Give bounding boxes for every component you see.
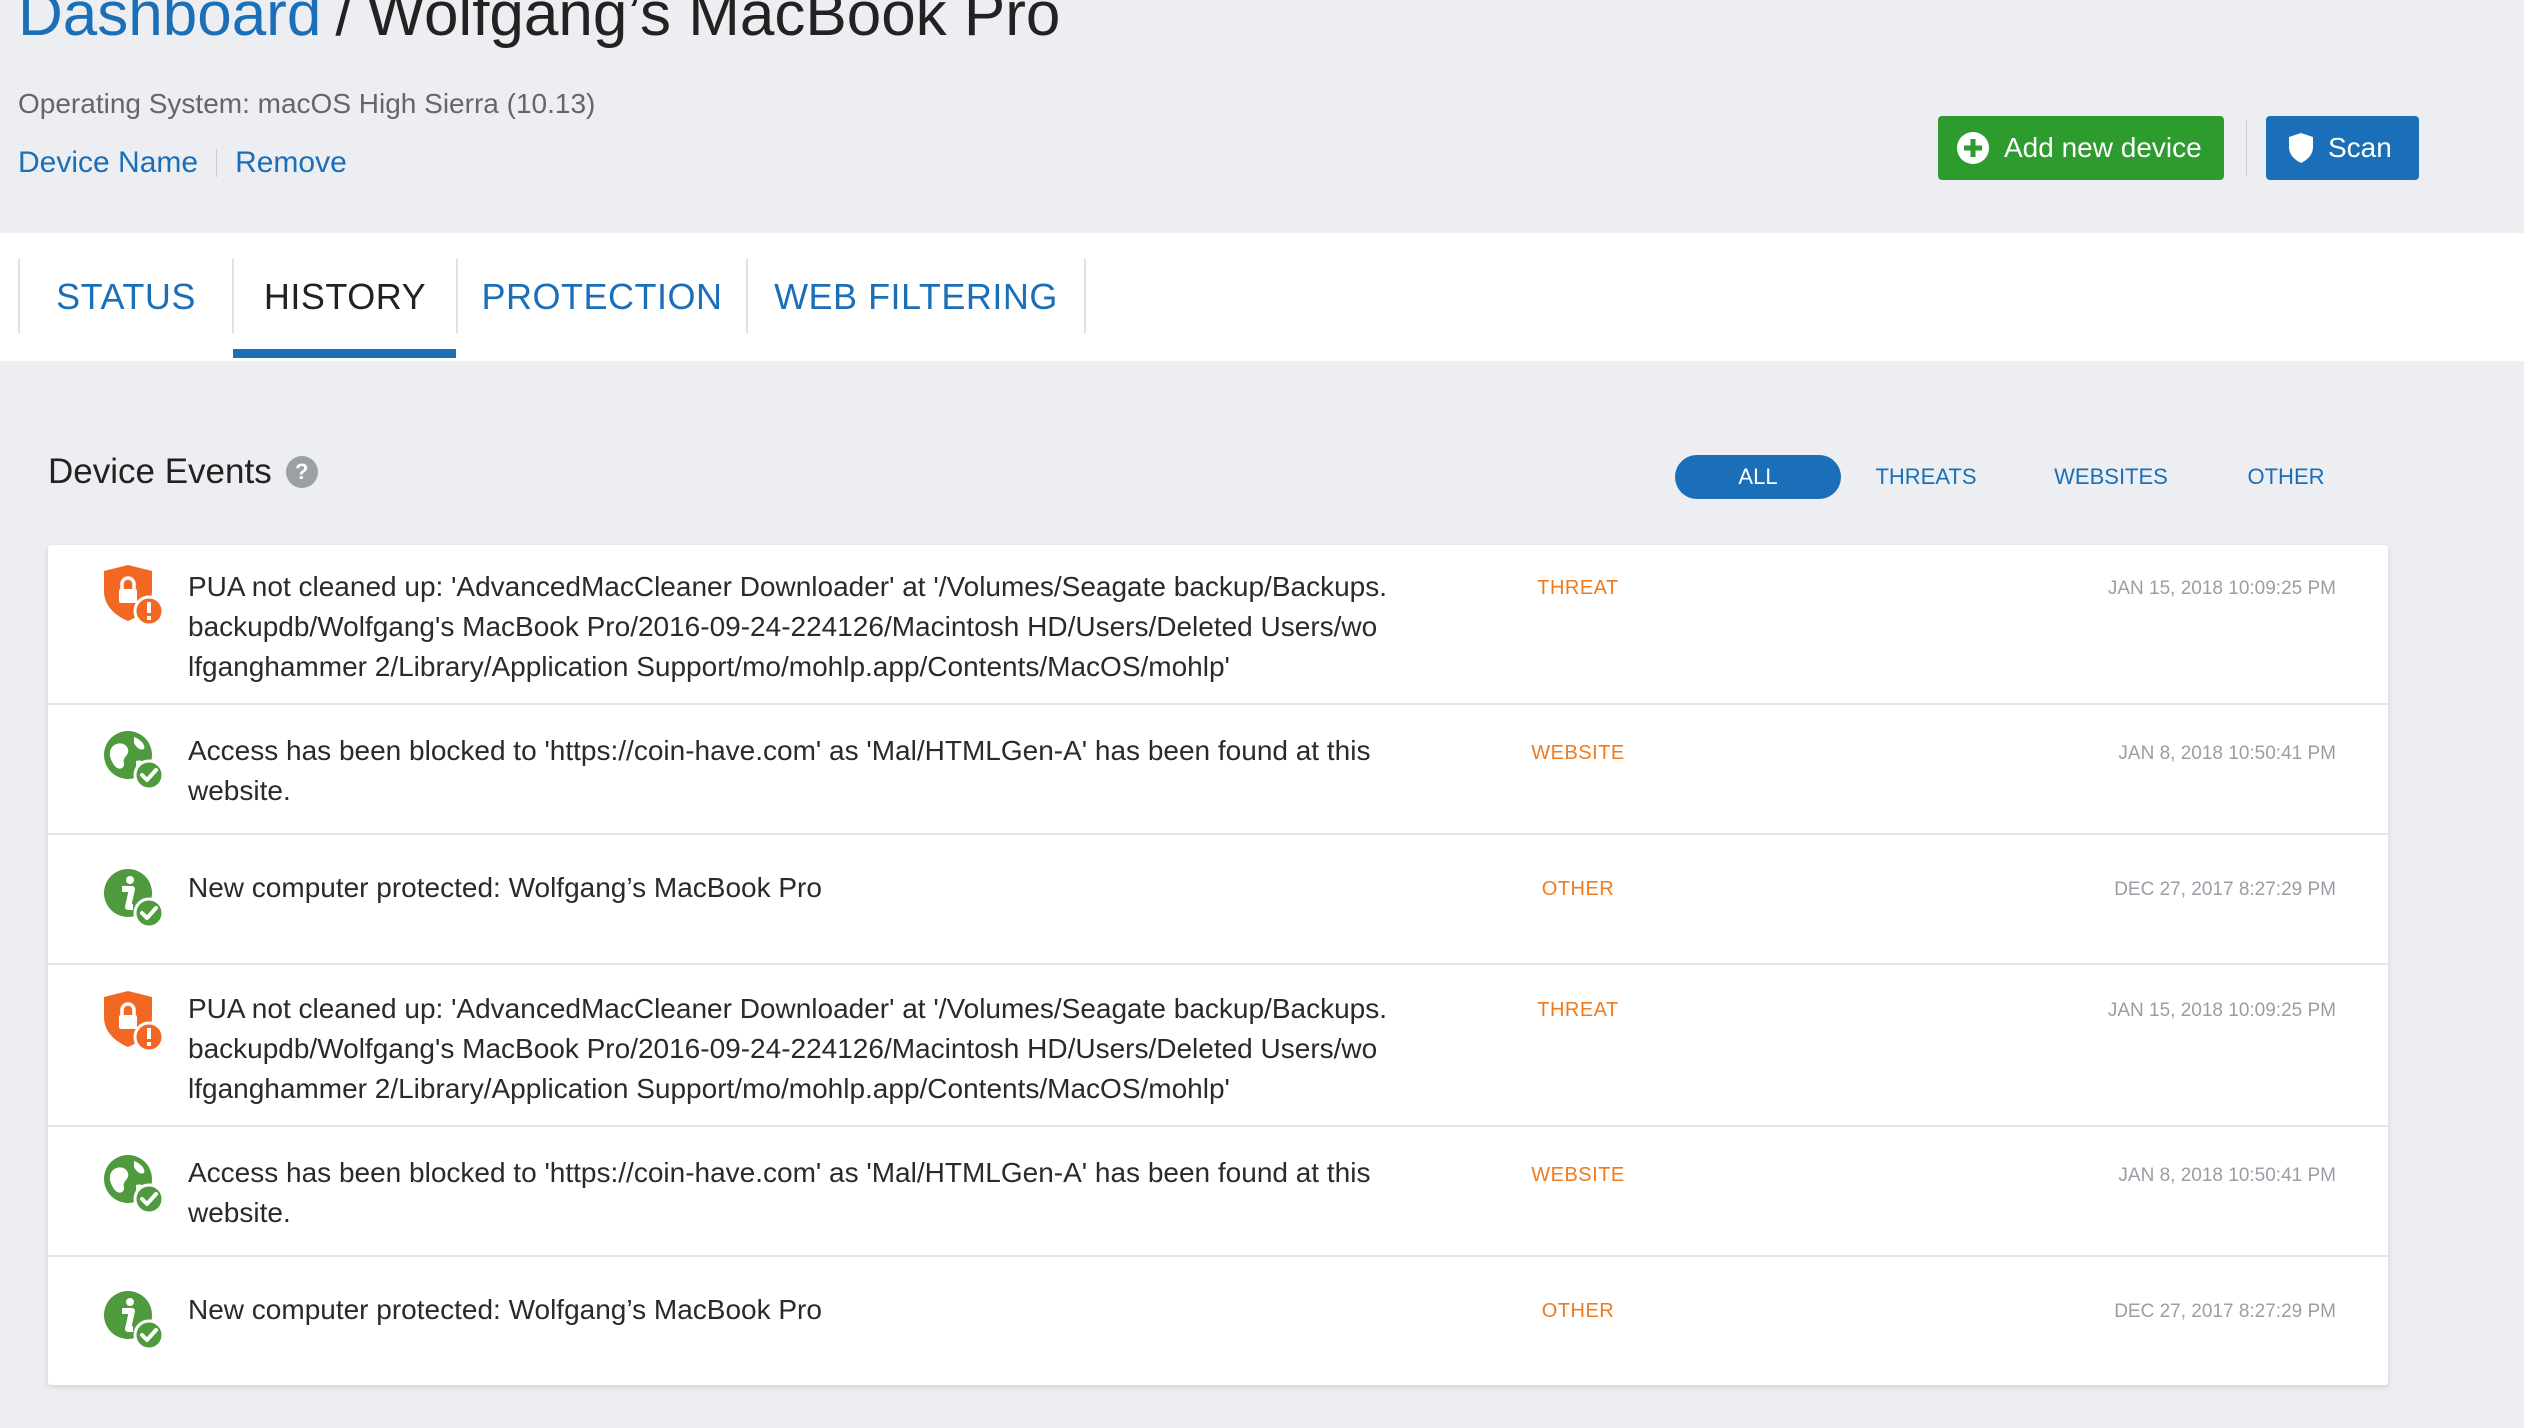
- breadcrumb-separator: /: [335, 0, 353, 49]
- link-divider: [216, 149, 218, 177]
- event-text-line: website.: [188, 1197, 291, 1228]
- add-new-device-label: Add new device: [2004, 132, 2202, 163]
- scan-button[interactable]: Scan: [2266, 116, 2419, 180]
- event-row[interactable]: PUA not cleaned up: 'AdvancedMacCleaner …: [48, 965, 2388, 1127]
- help-icon[interactable]: ?: [285, 456, 318, 488]
- event-text-line: lfganghammer 2/Library/Application Suppo…: [188, 651, 1230, 682]
- event-row[interactable]: New computer protected: Wolfgang’s MacBo…: [48, 835, 2388, 965]
- header-button-divider: [2246, 120, 2247, 176]
- operating-system-label: Operating System: macOS High Sierra (10.…: [18, 88, 596, 119]
- event-description: Access has been blocked to 'https://coin…: [188, 731, 1448, 811]
- event-text-line: New computer protected: Wolfgang’s MacBo…: [188, 1294, 822, 1325]
- filter-websites[interactable]: WEBSITES: [2041, 455, 2181, 499]
- filter-all[interactable]: ALL: [1675, 455, 1841, 499]
- event-timestamp: JAN 15, 2018 10:09:25 PM: [2107, 578, 2336, 599]
- event-text-line: PUA not cleaned up: 'AdvancedMacCleaner …: [188, 993, 1387, 1024]
- device-events-heading: Device Events ?: [48, 452, 318, 492]
- event-type-badge: OTHER: [1541, 1300, 1615, 1322]
- active-tab-indicator: [233, 349, 456, 358]
- filter-threats[interactable]: THREATS: [1861, 455, 1991, 499]
- device-tabs: STATUS HISTORY PROTECTION WEB FILTERING: [0, 233, 2524, 361]
- event-timestamp: JAN 8, 2018 10:50:41 PM: [2118, 743, 2336, 764]
- event-text-line: website.: [188, 775, 291, 806]
- events-list: PUA not cleaned up: 'AdvancedMacCleaner …: [48, 545, 2388, 1385]
- event-type-badge: WEBSITE: [1531, 742, 1625, 764]
- event-description: PUA not cleaned up: 'AdvancedMacCleaner …: [188, 989, 1448, 1109]
- event-row[interactable]: Access has been blocked to 'https://coin…: [48, 1127, 2388, 1257]
- threat-shield-icon: [100, 989, 166, 1055]
- event-text-line: backupdb/Wolfgang's MacBook Pro/2016-09-…: [188, 1033, 1378, 1064]
- event-type-badge: THREAT: [1537, 577, 1619, 599]
- threat-shield-icon: [100, 563, 166, 629]
- info-check-icon: [100, 865, 166, 931]
- filter-other[interactable]: OTHER: [2221, 455, 2351, 499]
- page-title: Dashboard / Wolfgang’s MacBook Pro: [18, 0, 1060, 52]
- event-description: New computer protected: Wolfgang’s MacBo…: [188, 1290, 1448, 1330]
- event-type-badge: THREAT: [1537, 999, 1619, 1021]
- plus-circle-icon: [1956, 131, 1990, 165]
- page-header: Dashboard / Wolfgang’s MacBook Pro Operati…: [0, 0, 2524, 232]
- device-name-link[interactable]: Device Name: [18, 146, 198, 180]
- tab-divider: [1084, 259, 1086, 333]
- event-text-line: PUA not cleaned up: 'AdvancedMacCleaner …: [188, 571, 1387, 602]
- event-row[interactable]: New computer protected: Wolfgang’s MacBo…: [48, 1257, 2388, 1385]
- event-type-badge: WEBSITE: [1531, 1164, 1625, 1186]
- event-timestamp: DEC 27, 2017 8:27:29 PM: [2114, 1301, 2336, 1322]
- device-title: Wolfgang’s MacBook Pro: [366, 0, 1061, 49]
- tab-protection[interactable]: PROTECTION: [458, 261, 746, 333]
- tab-history[interactable]: HISTORY: [234, 261, 456, 333]
- event-type-badge: OTHER: [1541, 878, 1615, 900]
- device-links: Device Name Remove: [18, 146, 347, 180]
- event-description: Access has been blocked to 'https://coin…: [188, 1153, 1448, 1233]
- event-row[interactable]: Access has been blocked to 'https://coin…: [48, 705, 2388, 835]
- event-text-line: Access has been blocked to 'https://coin…: [188, 1157, 1371, 1188]
- event-text-line: Access has been blocked to 'https://coin…: [188, 735, 1371, 766]
- globe-check-icon: [100, 727, 166, 793]
- device-events-title: Device Events: [48, 452, 272, 491]
- event-timestamp: JAN 15, 2018 10:09:25 PM: [2107, 1000, 2336, 1021]
- add-new-device-button[interactable]: Add new device: [1938, 116, 2224, 180]
- shield-icon: [2288, 132, 2314, 164]
- breadcrumb-dashboard-link[interactable]: Dashboard: [18, 0, 321, 49]
- info-check-icon: [100, 1287, 166, 1353]
- event-text-line: backupdb/Wolfgang's MacBook Pro/2016-09-…: [188, 611, 1378, 642]
- event-text-line: lfganghammer 2/Library/Application Suppo…: [188, 1073, 1230, 1104]
- scan-label: Scan: [2328, 132, 2392, 163]
- event-description: PUA not cleaned up: 'AdvancedMacCleaner …: [188, 567, 1448, 687]
- event-text-line: New computer protected: Wolfgang’s MacBo…: [188, 872, 822, 903]
- event-timestamp: DEC 27, 2017 8:27:29 PM: [2114, 879, 2336, 900]
- tab-web-filtering[interactable]: WEB FILTERING: [748, 261, 1084, 333]
- event-description: New computer protected: Wolfgang’s MacBo…: [188, 868, 1448, 908]
- event-timestamp: JAN 8, 2018 10:50:41 PM: [2118, 1165, 2336, 1186]
- globe-check-icon: [100, 1151, 166, 1217]
- remove-link[interactable]: Remove: [235, 146, 347, 180]
- event-row[interactable]: PUA not cleaned up: 'AdvancedMacCleaner …: [48, 545, 2388, 705]
- tab-status[interactable]: STATUS: [20, 261, 232, 333]
